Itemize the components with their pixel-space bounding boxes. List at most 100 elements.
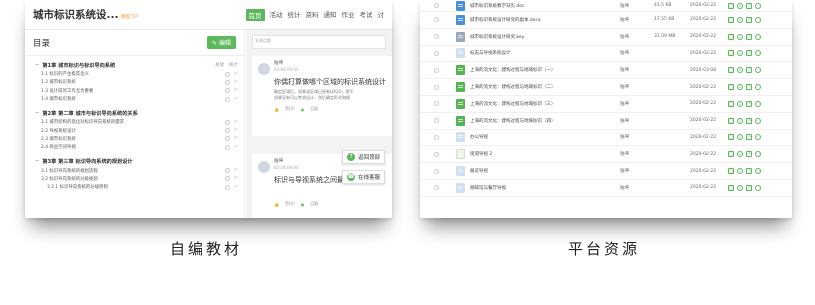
nav-item[interactable]: 考试 — [360, 9, 373, 21]
more-icon[interactable]: ⋯ — [755, 168, 761, 175]
file-name[interactable]: 城市标识系统设计研究的副本.docx — [470, 17, 620, 23]
section-row[interactable]: 1.4 城市标识系统 ✓ — [25, 95, 244, 103]
section-title[interactable]: 2.2 导视系统设计 — [41, 128, 76, 134]
online-service-button[interactable]: ☎ 在线客服 — [342, 170, 386, 184]
row-select-checkbox[interactable] — [434, 185, 439, 191]
collapse-icon[interactable]: − — [35, 158, 39, 164]
download-icon[interactable]: ↓ — [737, 84, 743, 91]
section-title[interactable]: 3.1 标识导向系统的规划流程 — [41, 168, 98, 174]
file-name[interactable]: 街道导视 2 — [470, 151, 620, 157]
collapse-icon[interactable]: − — [35, 62, 39, 68]
share-icon[interactable]: ↗ — [746, 168, 752, 175]
file-row[interactable]: 咖啡馆与餐厅导视 陆坤 2020-02-22 □ ↓ ↗ ⋯ — [420, 180, 792, 197]
nav-item[interactable]: 活动 — [270, 9, 283, 21]
file-row[interactable]: 上海的流文化：建构过程与地域标识（四） 陆坤 2020-02-22 □ ↓ ↗ ⋯ — [420, 113, 792, 130]
share-icon[interactable]: ↗ — [746, 50, 752, 57]
share-icon[interactable]: ↗ — [746, 67, 752, 74]
section-row[interactable]: 3.2 标识导向系统的分级规划 ✓ — [25, 175, 244, 183]
row-select-checkbox[interactable] — [434, 84, 439, 90]
preview-icon[interactable]: □ — [728, 168, 734, 175]
file-row[interactable]: 展览导视 陆坤 2020-02-22 □ ↓ ↗ ⋯ — [420, 163, 792, 180]
row-select-checkbox[interactable] — [434, 134, 439, 140]
share-icon[interactable]: ↗ — [746, 117, 752, 124]
nav-item[interactable]: 统计 — [288, 9, 301, 21]
file-name[interactable]: 城市标识系统设计研究.key — [470, 34, 620, 40]
preview-icon[interactable]: □ — [728, 134, 734, 141]
share-icon[interactable]: ↗ — [746, 184, 752, 191]
section-row[interactable]: 1.2 城市标识系统 ✓ — [25, 78, 244, 86]
more-icon[interactable]: ⋯ — [755, 2, 761, 9]
file-name[interactable]: 标志与导视系统设计 — [470, 50, 620, 56]
reply-icon[interactable]: ▣ — [301, 202, 305, 207]
download-icon[interactable]: ↓ — [737, 184, 743, 191]
download-icon[interactable]: ↓ — [737, 168, 743, 175]
share-icon[interactable]: ↗ — [746, 16, 752, 23]
file-row[interactable]: 上海的流文化：建构过程与地域标识（三） 陆坤 2020-02-22 □ ↓ ↗ ⋯ — [420, 96, 792, 113]
download-icon[interactable]: ↓ — [737, 151, 743, 158]
more-icon[interactable]: ⋯ — [755, 84, 761, 91]
section-row[interactable]: 2.2 导视系统设计 ✓ — [25, 126, 244, 134]
like-count[interactable]: 赞(0) — [285, 201, 295, 207]
file-row[interactable]: 上海的流文化：建构过程与地域标识（二） 陆坤 2020-02-22 □ ↓ ↗ ⋯ — [420, 79, 792, 96]
chapter-row[interactable]: − 第2章 第二章 城市与标识导向系统的关系 — [25, 108, 244, 118]
row-select-checkbox[interactable] — [434, 34, 439, 40]
download-icon[interactable]: ↓ — [737, 100, 743, 107]
more-icon[interactable]: ⋯ — [755, 67, 761, 74]
more-icon[interactable]: ⋯ — [755, 50, 761, 57]
like-icon[interactable]: 👍 — [274, 107, 279, 112]
course-title[interactable]: 城市标识系统设... 课程门户 — [33, 7, 138, 22]
preview-icon[interactable]: □ — [728, 67, 734, 74]
preview-icon[interactable]: □ — [728, 117, 734, 124]
section-title[interactable]: 1.1 标识的产生极其含义 — [41, 71, 89, 77]
download-icon[interactable]: ↓ — [737, 33, 743, 40]
preview-icon[interactable]: □ — [728, 84, 734, 91]
preview-icon[interactable]: □ — [728, 50, 734, 57]
file-name[interactable]: 展览导视 — [470, 168, 620, 174]
file-name[interactable]: 上海的流文化：建构过程与地域标识（三） — [470, 101, 620, 107]
post-card[interactable]: 陆坤 04-08 09:03 你偶打算做哪个区域的标识系统设计 确定区域后，如果该… — [252, 56, 392, 136]
section-title[interactable]: 2.4 商业空间导视 — [41, 144, 76, 150]
section-row[interactable]: 1.3 设计前的工作尤为重要 ✓ — [25, 87, 244, 95]
section-row[interactable]: 2.1 城市结构的变化对标识导向系统的需求 ✓ — [25, 118, 244, 126]
preview-icon[interactable]: □ — [728, 184, 734, 191]
preview-icon[interactable]: □ — [728, 100, 734, 107]
like-icon[interactable]: 👍 — [274, 202, 279, 207]
nav-item[interactable]: 作业 — [342, 9, 355, 21]
row-select-checkbox[interactable] — [434, 151, 439, 157]
file-row[interactable]: 城市标识系统设计研究的副本.docx 陆坤 17.55 KB 2020-02-22 □ ↓… — [420, 12, 792, 29]
download-icon[interactable]: ↓ — [737, 16, 743, 23]
reply-link[interactable]: 回复 — [310, 201, 318, 207]
topic-input[interactable]: 发表话题 — [252, 35, 386, 49]
file-name[interactable]: 上海的流文化：建构过程与地域标识（二） — [470, 84, 620, 90]
back-to-top-button[interactable]: ↑ 返回顶部 — [342, 150, 386, 164]
section-title[interactable]: 1.3 设计前的工作尤为重要 — [41, 88, 93, 94]
section-row[interactable]: 3.1 标识导向系统的规划流程 ✓ — [25, 166, 244, 174]
like-count[interactable]: 赞(0) — [285, 106, 295, 112]
share-icon[interactable]: ↗ — [746, 84, 752, 91]
chapter-row[interactable]: − 第3章 第三章 标识导向系统的规划设计 — [25, 156, 244, 166]
section-title[interactable]: 3.2 标识导向系统的分级规划 — [41, 176, 98, 182]
file-row[interactable]: 上海的流文化：建构过程与地域标识（一） 陆坤 2020-03-08 □ ↓ ↗ ⋯ — [420, 62, 792, 80]
more-icon[interactable]: ⋯ — [755, 184, 761, 191]
chapter-title[interactable]: 第3章 第三章 标识导向系统的规划设计 — [42, 158, 132, 165]
course-portal-label[interactable]: 课程门户 — [120, 15, 138, 20]
share-icon[interactable]: ↗ — [746, 151, 752, 158]
nav-item[interactable]: 通知 — [324, 9, 337, 21]
section-title[interactable]: 2.3 城市标识系统 — [41, 136, 76, 142]
chapter-title[interactable]: 第2章 第二章 城市与标识导向系统的关系 — [42, 110, 137, 117]
share-icon[interactable]: ↗ — [746, 2, 752, 9]
preview-icon[interactable]: □ — [728, 16, 734, 23]
more-icon[interactable]: ⋯ — [755, 16, 761, 23]
section-title[interactable]: 1.4 城市标识系统 — [41, 96, 76, 102]
nav-item[interactable]: 首页 — [245, 8, 265, 21]
file-name[interactable]: 上海的流文化：建构过程与地域标识（四） — [470, 118, 620, 124]
nav-item[interactable]: 资料 — [306, 9, 319, 21]
row-select-checkbox[interactable] — [434, 168, 439, 174]
nav-item[interactable]: 讨 — [378, 9, 385, 21]
row-select-checkbox[interactable] — [434, 101, 439, 107]
preview-icon[interactable]: □ — [728, 2, 734, 9]
file-name[interactable]: 上海的流文化：建构过程与地域标识（一） — [470, 67, 620, 73]
row-select-checkbox[interactable] — [434, 3, 439, 8]
preview-icon[interactable]: □ — [728, 151, 734, 158]
more-icon[interactable]: ⋯ — [755, 100, 761, 107]
